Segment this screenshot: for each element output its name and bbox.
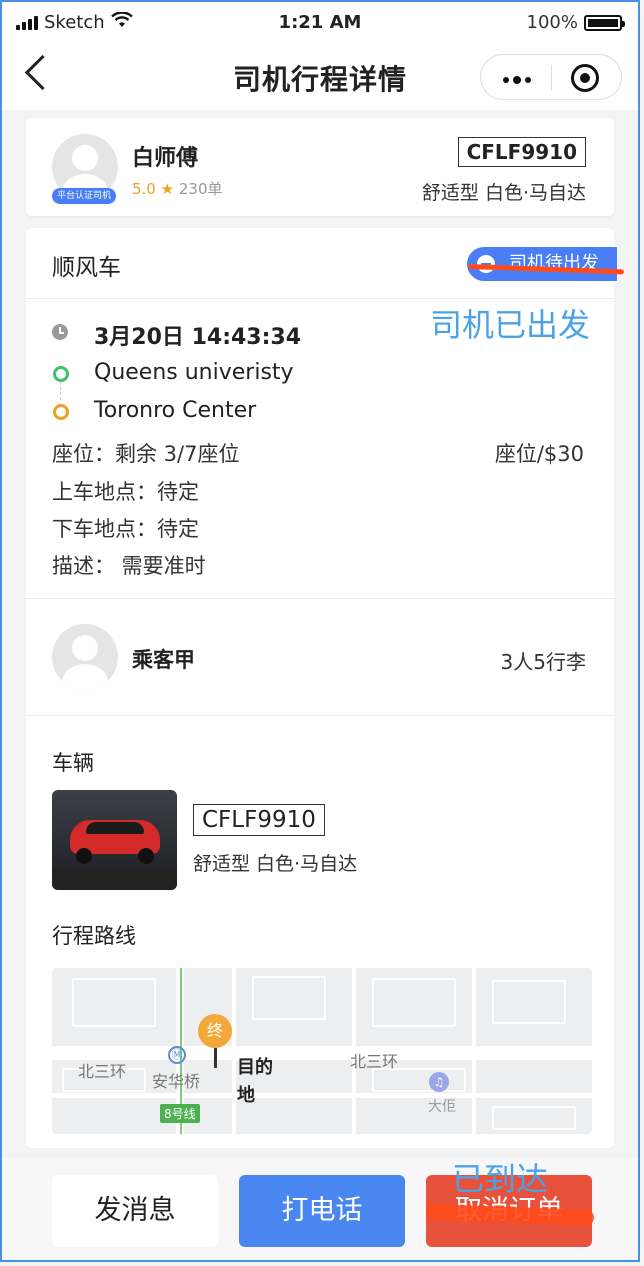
- capsule-divider: [551, 65, 552, 91]
- driver-score: 5.0: [132, 180, 156, 198]
- passenger-avatar: [52, 624, 118, 690]
- phone-frame: Sketch 1:21 AM 100% 司机行程详情 平台认证司机 白师傅 5.…: [0, 0, 640, 1262]
- divider: [26, 715, 614, 716]
- trip-type: 顺风车: [52, 255, 121, 281]
- nav-bar: 司机行程详情: [2, 42, 638, 110]
- destination-marker-icon: 终: [198, 1014, 232, 1048]
- mini-program-capsule: [480, 54, 622, 100]
- verified-badge: 平台认证司机: [52, 188, 117, 204]
- map-label-ring-right: 北三环: [350, 1052, 399, 1071]
- map-label-ring-left: 北三环: [78, 1062, 127, 1081]
- driver-name: 白师傅: [132, 146, 199, 171]
- annotation-arrived: 已到达: [452, 1160, 549, 1198]
- origin-dot-icon: [53, 366, 69, 382]
- metro-icon: Ⓜ: [168, 1046, 186, 1064]
- music-poi-icon: ♫: [429, 1072, 449, 1092]
- star-icon: ★: [160, 180, 175, 198]
- more-icon[interactable]: [503, 76, 531, 84]
- dropoff-info: 下车地点：待定: [52, 517, 199, 541]
- battery-icon: [584, 14, 625, 31]
- trip-origin: Queens univeristy: [94, 360, 294, 385]
- trip-destination: Toronro Center: [94, 398, 257, 423]
- map-label-bridge: 安华桥: [152, 1072, 201, 1091]
- vehicle-photo: [52, 790, 177, 890]
- map-destination-label: 目的地: [237, 1057, 273, 1106]
- close-target-icon[interactable]: [571, 64, 599, 92]
- status-right: 100%: [526, 12, 625, 33]
- seats-info: 座位：剩余 3/7座位: [52, 442, 240, 466]
- driver-orders: 230单: [178, 180, 223, 198]
- marker-stem: [214, 1048, 217, 1068]
- pickup-info: 上车地点：待定: [52, 480, 199, 504]
- vehicle-section-title: 车辆: [52, 751, 94, 775]
- annotation-driver-departed: 司机已出发: [430, 306, 591, 344]
- passenger-name: 乘客甲: [132, 648, 195, 672]
- vehicle-desc: 舒适型 白色·马自达: [193, 853, 358, 875]
- divider: [26, 298, 614, 299]
- message-button[interactable]: 发消息: [52, 1175, 218, 1247]
- battery-percent: 100%: [526, 12, 578, 33]
- route-section-title: 行程路线: [52, 924, 136, 948]
- metro-line-badge: 8号线: [160, 1104, 200, 1123]
- clock-icon: [52, 324, 68, 340]
- vehicle-plate: CFLF9910: [193, 804, 325, 836]
- driver-rating: 5.0 ★ 230单: [132, 178, 223, 199]
- driver-plate: CFLF9910: [457, 137, 586, 167]
- route-connector: [60, 382, 62, 400]
- status-bar: Sketch 1:21 AM 100%: [2, 2, 638, 42]
- trip-time: 3月20日 14:43:34: [94, 325, 302, 350]
- map-label-poi: 大佢: [428, 1099, 456, 1115]
- verified-badge-text: 平台认证司机: [57, 191, 112, 201]
- call-button[interactable]: 打电话: [239, 1175, 405, 1247]
- driver-car-desc: 舒适型 白色·马自达: [421, 182, 586, 204]
- route-map[interactable]: [52, 968, 592, 1134]
- passenger-luggage: 3人5行李: [500, 650, 586, 674]
- description-info: 描述： 需要准时: [52, 554, 206, 578]
- divider: [26, 598, 614, 599]
- destination-dot-icon: [53, 404, 69, 420]
- seat-price: 座位/$30: [494, 442, 584, 466]
